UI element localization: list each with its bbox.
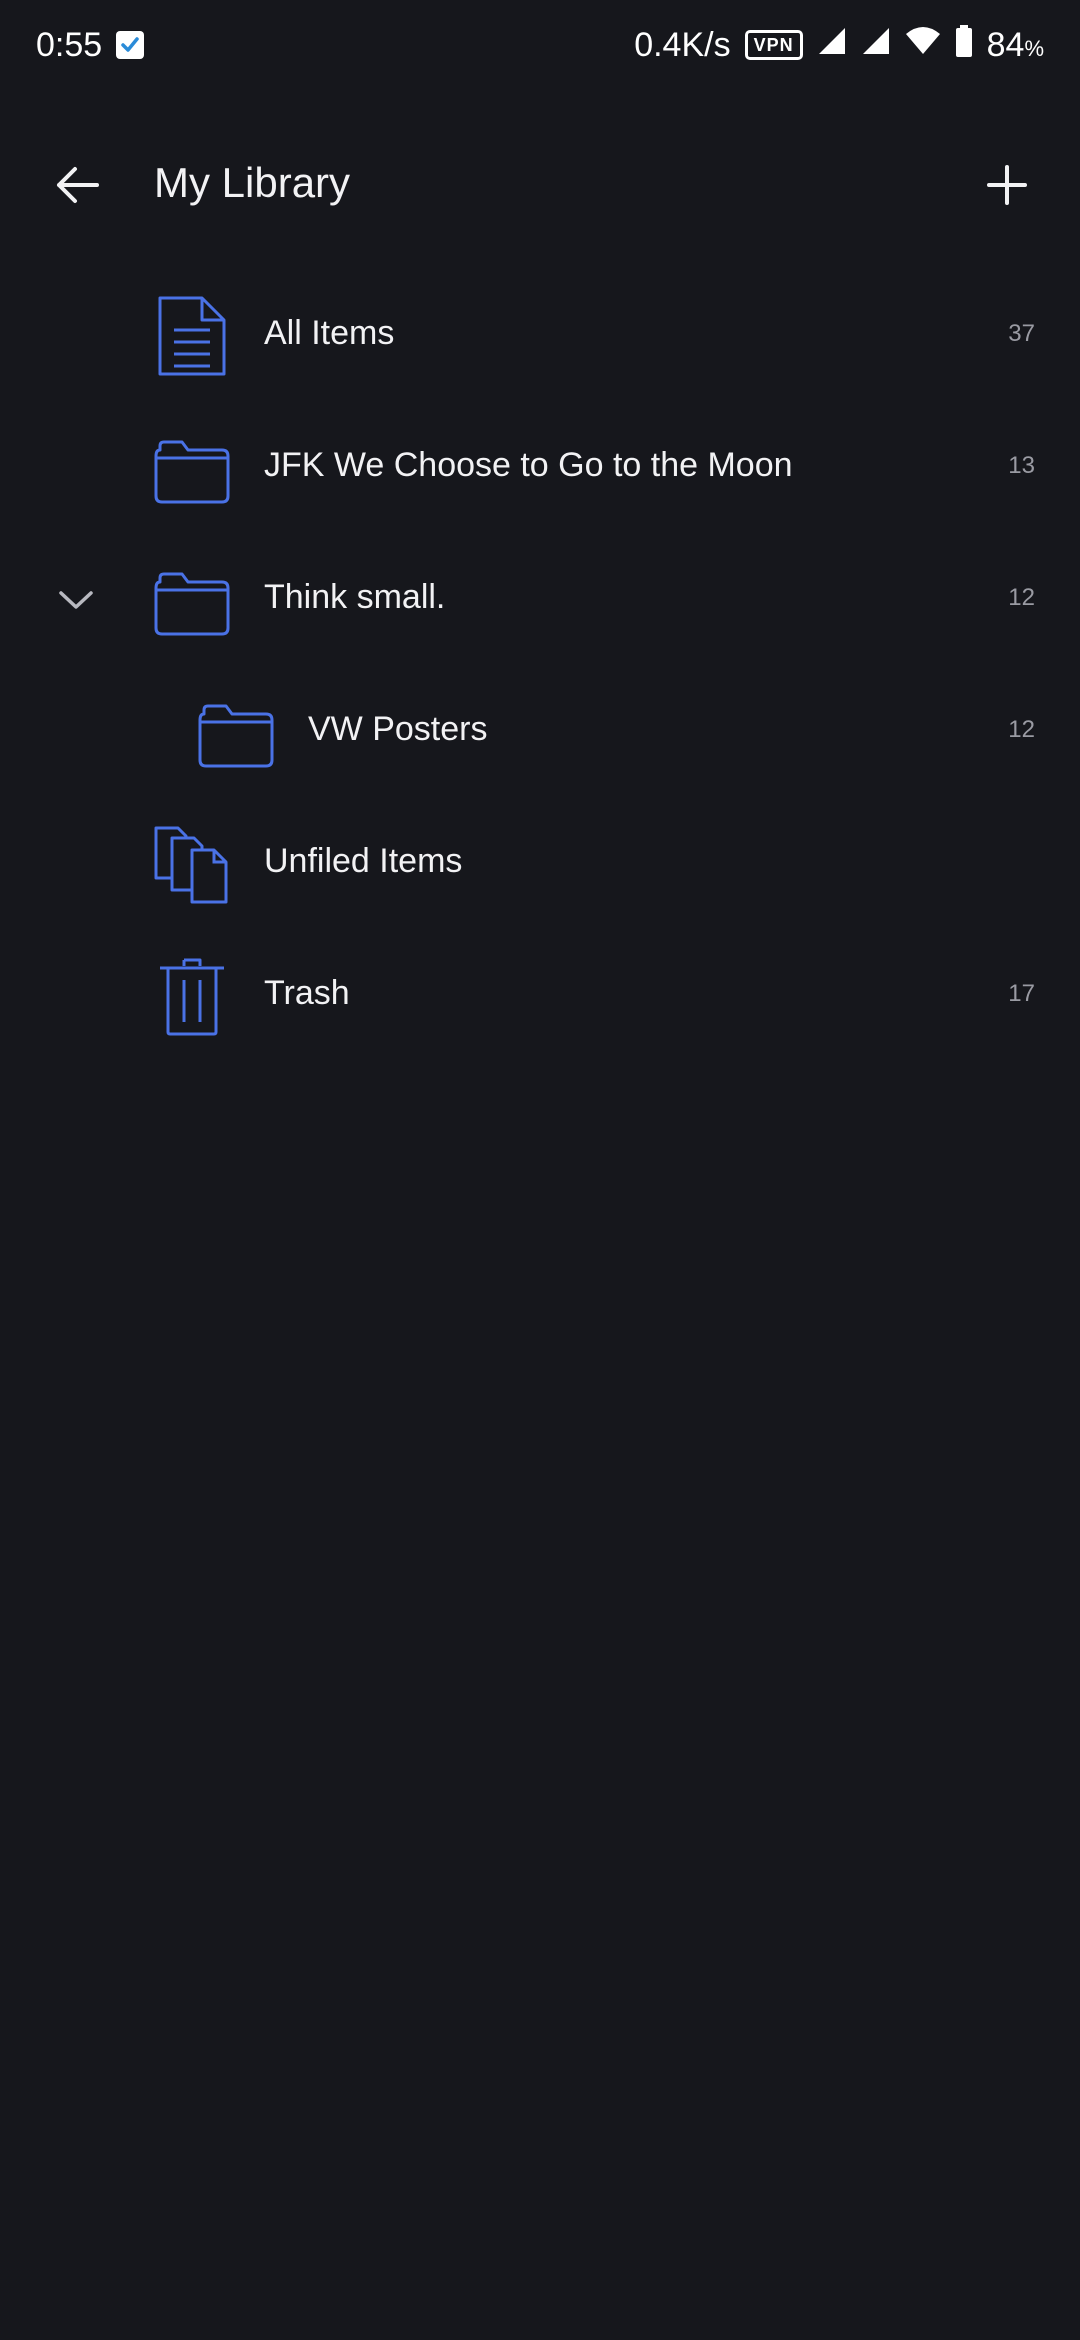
folder-icon (154, 440, 230, 504)
list-item-label: JFK We Choose to Go to the Moon (264, 446, 793, 484)
wifi-icon (905, 26, 941, 65)
list-item-collection[interactable]: JFK We Choose to Go to the Moon 13 (0, 402, 1080, 534)
battery-icon (955, 24, 973, 66)
item-count: 37 (1008, 320, 1035, 347)
status-left: 0:55 (36, 25, 145, 65)
arrow-left-icon (57, 167, 99, 203)
add-collection-button[interactable] (974, 155, 1040, 215)
vpn-icon: VPN (744, 30, 803, 60)
list-item-unfiled-items[interactable]: Unfiled Items (0, 798, 1080, 930)
chevron-down-icon (59, 591, 93, 609)
item-count: 17 (1008, 980, 1035, 1007)
list-item-trash[interactable]: Trash 17 (0, 930, 1080, 1062)
list-item-label: VW Posters (308, 710, 488, 748)
battery-percentage: 84% (987, 26, 1044, 65)
list-item-label: Unfiled Items (264, 842, 463, 880)
app-bar: My Library (0, 135, 1080, 235)
status-bar: 0:55 0.4K/s VPN 84% (0, 0, 1080, 90)
status-right: 0.4K/s VPN 84% (634, 24, 1044, 66)
folder-icon (198, 704, 274, 768)
battery-unit: % (1024, 35, 1044, 61)
page-title: My Library (154, 159, 351, 206)
signal-icon (861, 26, 891, 65)
list-item-subcollection[interactable]: VW Posters 12 (0, 666, 1080, 798)
documents-stack-icon (154, 826, 228, 904)
folder-icon (154, 572, 230, 636)
list-item-label: Think small. (264, 578, 446, 616)
list-item-collection[interactable]: Think small. 12 (0, 534, 1080, 666)
battery-value: 84 (986, 25, 1025, 64)
signal-icon (817, 26, 847, 65)
list-item-label: All Items (264, 314, 395, 352)
back-button[interactable] (44, 157, 110, 213)
item-count: 12 (1008, 584, 1035, 611)
expand-toggle[interactable] (52, 578, 100, 622)
network-speed: 0.4K/s (634, 25, 731, 64)
item-count: 12 (1008, 716, 1035, 743)
plus-icon (987, 165, 1027, 205)
checkbox-icon (116, 31, 145, 59)
screen: 0:55 0.4K/s VPN 84% My Library All Items… (0, 0, 1080, 2340)
list-item-label: Trash (264, 974, 350, 1012)
item-count: 13 (1008, 452, 1035, 479)
trash-icon (160, 958, 224, 1036)
list-item-all-items[interactable]: All Items 37 (0, 270, 1080, 402)
document-icon (158, 296, 226, 376)
status-time: 0:55 (36, 25, 103, 64)
